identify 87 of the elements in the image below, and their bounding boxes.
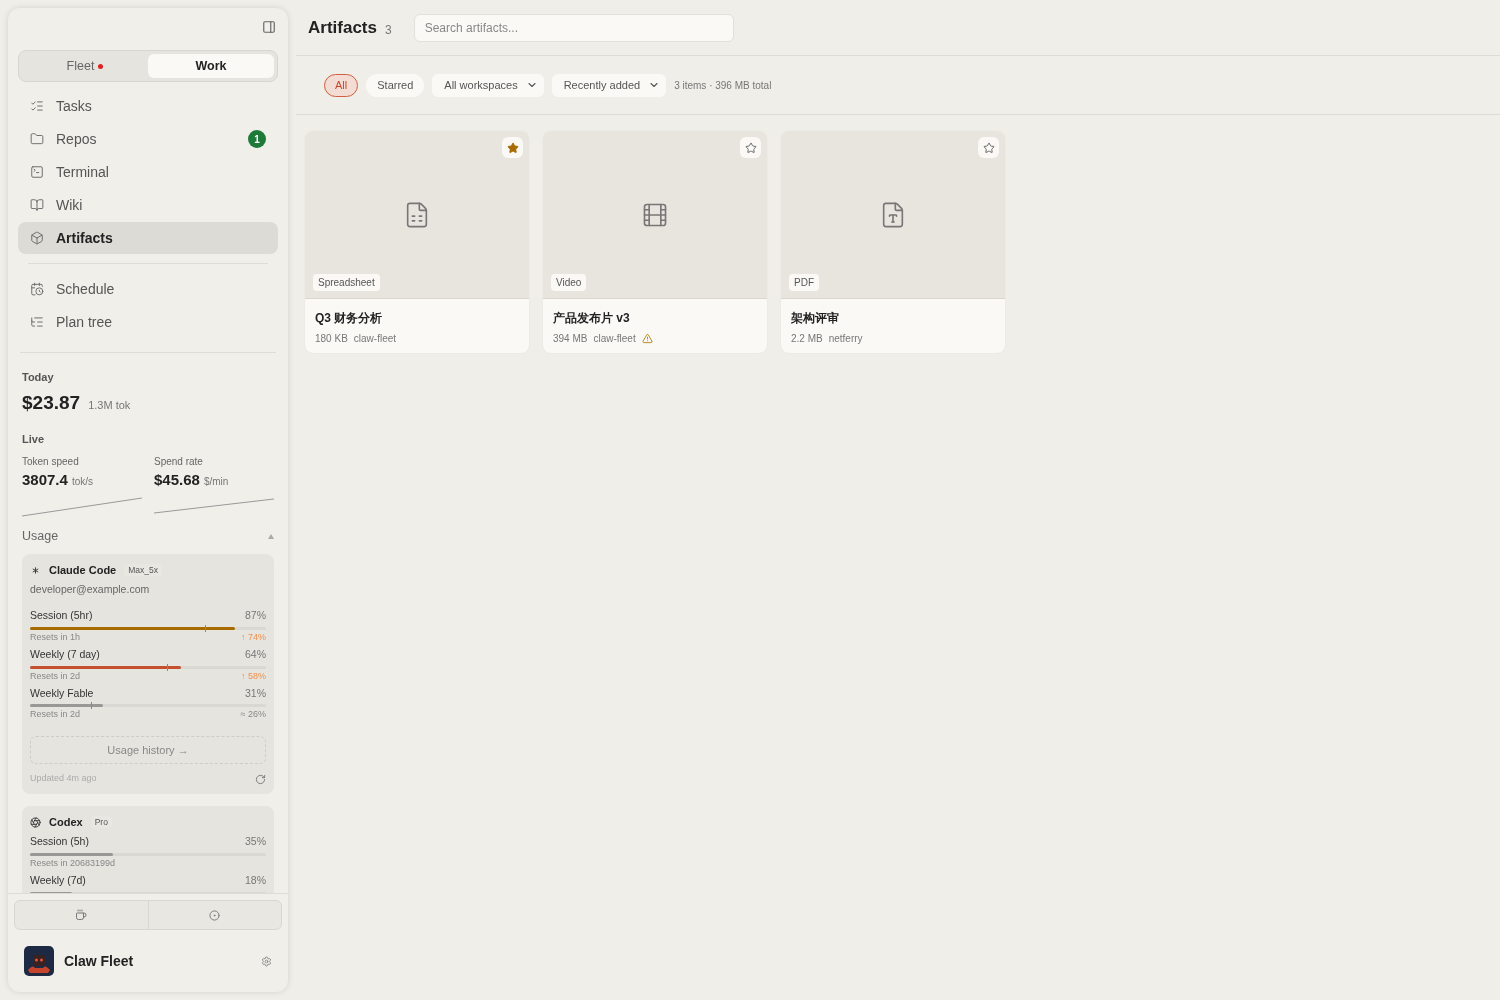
file-size: 394 MB [553, 332, 588, 346]
metric-label: Spend rate [154, 454, 204, 469]
page-title: Artifacts [308, 16, 377, 39]
limit-percent: 18% [245, 873, 266, 888]
limit-percent: 64% [245, 646, 266, 662]
limit-label: Weekly (7d) [30, 873, 86, 888]
artifact-card[interactable]: Video 产品发布片 v3 394 MB claw-fleet [543, 131, 767, 353]
item-count: 3 [384, 21, 392, 39]
dropdown-select[interactable]: All workspaces [432, 73, 544, 97]
reset-time: Resets in 1h [30, 631, 81, 643]
artifact-card[interactable]: Spreadsheet Q3 财务分析 180 KB claw-fleet [305, 131, 529, 353]
limit-percent: 87% [245, 608, 266, 623]
mode-tab[interactable]: Fleet [22, 54, 148, 78]
star-icon [506, 141, 519, 154]
summary-text: 3 items · 396 MB total [674, 78, 772, 93]
star-button[interactable] [978, 137, 999, 158]
account-email: developer@example.com [30, 582, 151, 598]
collapse-caret-icon[interactable] [268, 533, 274, 539]
type-tag: PDF [789, 274, 819, 291]
file-size: 2.2 MB [791, 332, 823, 346]
limit-percent: 35% [245, 834, 266, 850]
metric-value: $45.68 [154, 469, 200, 490]
metric-value: 3807.4 [22, 469, 68, 490]
limit-label: Weekly (7 day) [30, 646, 100, 662]
artifact-name: 架构评审 [791, 310, 840, 327]
nav-item[interactable]: Plan tree [18, 306, 278, 338]
filter-chip[interactable]: Starred [366, 73, 425, 97]
nav-item[interactable]: Repos 1 [18, 123, 278, 155]
box-icon [30, 231, 44, 245]
account-name: Codex [49, 814, 83, 830]
calendar-icon [30, 282, 44, 296]
forecast-value: ↑ 58% [241, 670, 266, 682]
count-badge: 1 [248, 130, 266, 148]
settings-icon[interactable] [261, 955, 272, 967]
token-count: 1.3M tok [88, 397, 131, 413]
tasks-icon [30, 99, 44, 113]
nav-item[interactable]: Terminal [18, 156, 278, 188]
type-tag: Spreadsheet [313, 274, 380, 291]
star-icon [744, 141, 757, 154]
nav-item[interactable]: Wiki [18, 189, 278, 221]
file-size: 180 KB [315, 332, 348, 346]
metric-unit: tok/s [71, 474, 93, 489]
section-label: Usage [22, 528, 59, 545]
limit-label: Session (5hr) [30, 608, 93, 623]
artifact-card[interactable]: PDF 架构评审 2.2 MB netferry [781, 131, 1005, 353]
book-icon [30, 198, 44, 212]
forecast-value: ↑ 74% [241, 631, 266, 643]
dropdown-select[interactable]: Recently added [551, 73, 667, 97]
mode-tab[interactable]: Work [148, 54, 274, 78]
nav-item[interactable]: Schedule [18, 273, 278, 305]
section-label: Live [22, 432, 45, 447]
forecast-value: ≈ 26% [240, 709, 266, 721]
nav-item[interactable]: Artifacts [18, 222, 278, 254]
asterisk-icon [30, 564, 41, 576]
limit-label: Weekly Fable [30, 685, 94, 701]
filter-chip[interactable]: All [324, 73, 359, 97]
limit-percent: 31% [245, 685, 266, 701]
artifact-name: 产品发布片 v3 [553, 310, 631, 327]
refresh-icon[interactable] [255, 773, 266, 785]
app-logo-icon [24, 946, 54, 976]
limit-label: Session (5h) [30, 834, 89, 850]
reset-time: Resets in 2d [30, 670, 81, 682]
coffee-icon [75, 909, 88, 921]
metric-unit: $/min [203, 474, 229, 489]
cost-value: $23.87 [22, 390, 81, 415]
reset-time: Resets in 2d [30, 709, 81, 721]
reset-time: Resets in 20683199d [30, 858, 116, 869]
search-field[interactable]: Search artifacts... [413, 13, 734, 42]
workspace-name: claw-fleet [593, 332, 636, 346]
type-tag: Video [551, 274, 587, 291]
artifact-name: Q3 财务分析 [315, 310, 384, 327]
terminal-icon [30, 165, 44, 179]
metric-label: Token speed [22, 454, 80, 469]
star-button[interactable] [740, 137, 761, 158]
workspace-name: netferry [828, 332, 863, 346]
account-name: Claude Code [49, 562, 117, 578]
workspace-name: claw-fleet [353, 332, 397, 346]
tree-list-icon [30, 315, 44, 329]
star-icon [982, 141, 995, 154]
circle-dot-icon [209, 909, 221, 921]
folder-icon [30, 132, 44, 146]
star-button[interactable] [502, 137, 523, 158]
panel-toggle-icon[interactable] [262, 20, 276, 34]
section-label: Today [22, 370, 55, 385]
nav-item[interactable]: Tasks [18, 90, 278, 122]
aperture-icon [30, 816, 41, 828]
app-name: Claw Fleet [64, 951, 135, 971]
